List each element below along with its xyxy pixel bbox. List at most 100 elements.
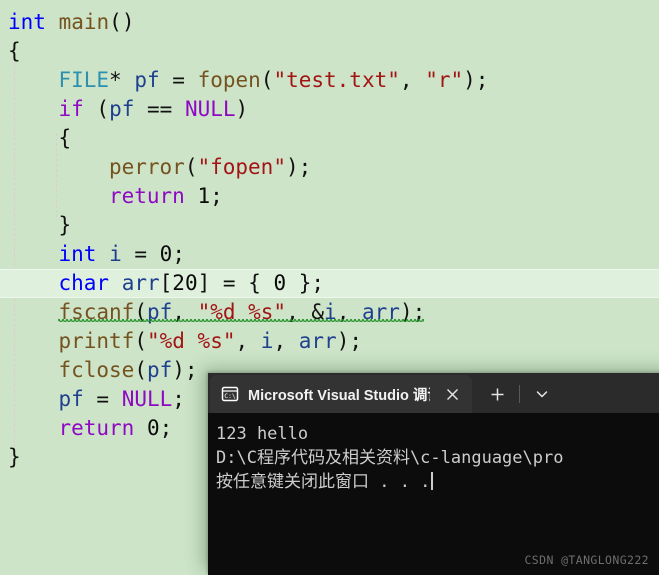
watermark: CSDN @TANGLONG222: [524, 553, 649, 567]
code-token: arr: [121, 271, 160, 295]
code-line[interactable]: return 1;: [0, 182, 659, 211]
code-token: return: [58, 416, 135, 440]
code-line-text: int main(): [8, 10, 134, 34]
code-token: (: [260, 68, 274, 92]
console-tab-bar[interactable]: C:\ Microsoft Visual Studio 调试控: [208, 373, 659, 413]
code-token: ,: [399, 68, 426, 92]
close-icon[interactable]: [440, 382, 464, 406]
code-token: ): [235, 97, 249, 121]
code-token: fscanf: [58, 300, 135, 324]
code-token: [: [159, 271, 173, 295]
code-token: int: [8, 10, 46, 34]
console-cursor: [431, 472, 434, 490]
debug-console-window[interactable]: C:\ Microsoft Visual Studio 调试控: [208, 373, 659, 575]
console-output[interactable]: 123 hello D:\C程序代码及相关资料\c-language\pro 按…: [208, 413, 659, 575]
code-line-text: }: [8, 213, 71, 237]
code-token: ;: [172, 387, 185, 411]
code-token: *: [109, 68, 135, 92]
code-line-text: {: [8, 126, 71, 150]
code-token: NULL: [121, 387, 173, 411]
code-line[interactable]: int i = 0;: [0, 240, 659, 269]
code-token: =: [83, 387, 122, 411]
code-line-text: return 0;: [8, 416, 172, 440]
code-line[interactable]: if (pf == NULL): [0, 95, 659, 124]
code-line-text: }: [8, 445, 21, 469]
code-token: NULL: [184, 97, 236, 121]
console-tab[interactable]: C:\ Microsoft Visual Studio 调试控: [210, 375, 472, 413]
code-token: };: [286, 271, 325, 295]
console-line-with-cursor: 按任意键关闭此窗口 . . .: [216, 470, 659, 494]
code-token: (): [109, 10, 135, 34]
code-token: pf: [109, 97, 135, 121]
code-token: (: [134, 300, 147, 324]
code-token: =: [159, 68, 198, 92]
code-token: main: [58, 10, 110, 34]
code-token: ]: [197, 271, 211, 295]
new-tab-icon[interactable]: [482, 375, 512, 413]
code-token: 1: [197, 184, 211, 208]
code-token: "%d %s": [146, 329, 236, 353]
console-tab-title: Microsoft Visual Studio 调试控: [248, 387, 430, 404]
code-line-text: {: [8, 39, 21, 63]
code-line-text: perror("fopen");: [8, 155, 311, 179]
code-line-text: return 1;: [8, 184, 223, 208]
code-line-text: int i = 0;: [8, 242, 185, 266]
console-line-text: 按任意键关闭此窗口 . . .: [216, 472, 431, 492]
code-token: int: [58, 242, 97, 266]
code-token: }: [58, 213, 72, 237]
code-token: );: [463, 68, 489, 92]
command-prompt-icon: C:\: [221, 385, 239, 403]
code-line[interactable]: }: [0, 211, 659, 240]
code-token: char: [58, 271, 110, 295]
code-line-text: fclose(pf);: [8, 358, 197, 382]
code-line[interactable]: char arr[20] = { 0 };: [0, 269, 659, 298]
code-token: i: [260, 329, 274, 353]
code-token: "test.txt": [273, 68, 400, 92]
code-line[interactable]: int main(): [0, 8, 659, 37]
code-token: "fopen": [197, 155, 286, 179]
code-token: printf: [58, 329, 135, 353]
code-line[interactable]: {: [0, 124, 659, 153]
code-token: &: [311, 300, 325, 324]
code-token: if: [58, 97, 84, 121]
code-token: ,: [336, 300, 362, 324]
screenshot-root: int main(){FILE* pf = fopen("test.txt", …: [0, 0, 659, 575]
code-line-text: FILE* pf = fopen("test.txt", "r");: [8, 68, 488, 92]
code-token: );: [285, 155, 312, 179]
code-line-text: pf = NULL;: [8, 387, 185, 411]
code-token: "r": [425, 68, 464, 92]
code-line[interactable]: fscanf(pf, "%d %s", &i, arr);: [0, 298, 659, 327]
code-token: "%d %s": [197, 300, 287, 324]
code-token: ,: [172, 300, 198, 324]
code-token: 0: [146, 416, 160, 440]
code-token: ;: [159, 416, 173, 440]
code-line[interactable]: perror("fopen");: [0, 153, 659, 182]
code-token: ,: [286, 300, 312, 324]
tabbar-actions: [482, 375, 557, 413]
code-token: 20: [172, 271, 198, 295]
console-line: D:\C程序代码及相关资料\c-language\pro: [216, 448, 564, 468]
code-line[interactable]: FILE* pf = fopen("test.txt", "r");: [0, 66, 659, 95]
code-token: arr: [298, 329, 337, 353]
code-line[interactable]: {: [0, 37, 659, 66]
code-token: pf: [58, 387, 84, 411]
code-line[interactable]: printf("%d %s", i, arr);: [0, 327, 659, 356]
code-token: (: [134, 329, 147, 353]
code-token: FILE: [58, 68, 110, 92]
chevron-down-icon[interactable]: [527, 375, 557, 413]
code-token: arr: [362, 300, 400, 324]
code-token: i: [324, 300, 337, 324]
code-token: {: [248, 271, 274, 295]
code-token: pf: [134, 68, 160, 92]
code-token: pf: [146, 300, 173, 324]
code-token: ;: [172, 242, 185, 266]
code-token: return: [108, 184, 185, 208]
code-token: i: [109, 242, 122, 266]
svg-text:C:\: C:\: [224, 392, 236, 400]
code-token: =: [121, 242, 160, 266]
